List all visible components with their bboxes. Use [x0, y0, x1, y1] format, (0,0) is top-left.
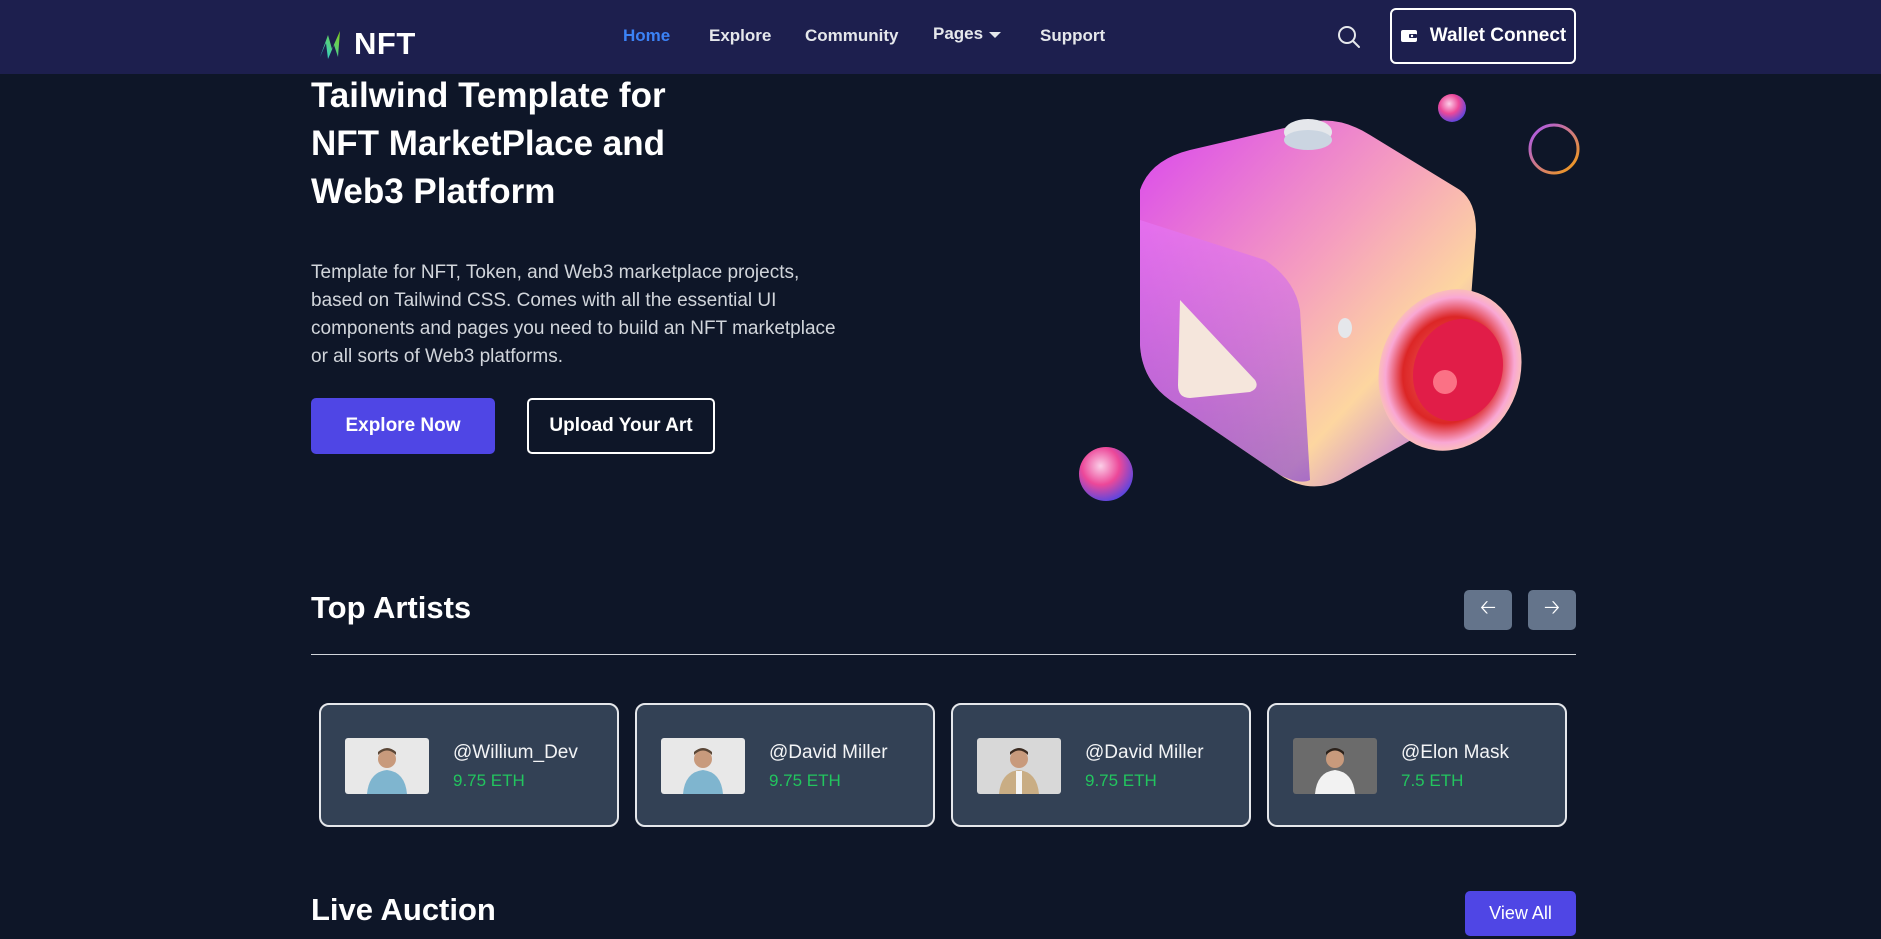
artist-avatar — [345, 738, 429, 794]
nav-pages-label: Pages — [933, 24, 984, 43]
artist-price: 9.75 ETH — [453, 771, 525, 790]
chevron-down-icon — [989, 31, 1002, 38]
hero-title-line-1: Tailwind Template for — [311, 76, 666, 115]
artist-price: 7.5 ETH — [1401, 771, 1464, 790]
explore-now-button[interactable]: Explore Now — [311, 398, 495, 454]
artist-card[interactable]: @Willium_Dev 9.75 ETH — [319, 703, 619, 827]
arrow-left-icon: 🡠 — [1479, 597, 1497, 619]
hero-description: Template for NFT, Token, and Web3 market… — [311, 262, 836, 367]
live-auction-title: Live Auction — [311, 892, 496, 927]
section-divider — [311, 654, 1576, 655]
artist-price: 9.75 ETH — [769, 771, 841, 790]
artist-avatar — [977, 738, 1061, 794]
view-all-button[interactable]: View All — [1465, 891, 1576, 936]
wallet-connect-label: Wallet Connect — [1429, 25, 1567, 46]
hero-title-line-2: NFT MarketPlace and — [311, 124, 665, 163]
artist-price: 9.75 ETH — [1085, 771, 1157, 790]
artist-name: @David Miller — [1085, 742, 1204, 763]
artist-card[interactable]: @David Miller 9.75 ETH — [635, 703, 935, 827]
artist-card[interactable]: @David Miller 9.75 ETH — [951, 703, 1251, 827]
artist-name: @Elon Mask — [1401, 742, 1509, 763]
next-artists-button[interactable]: 🡢 — [1528, 590, 1576, 630]
artist-name: @Willium_Dev — [453, 742, 578, 763]
artist-avatar — [661, 738, 745, 794]
upload-art-button[interactable]: Upload Your Art — [527, 398, 715, 454]
hero-title-line-3: Web3 Platform — [311, 172, 556, 211]
artist-card[interactable]: @Elon Mask 7.5 ETH — [1267, 703, 1567, 827]
top-artists-title: Top Artists — [311, 590, 472, 625]
artist-name: @David Miller — [769, 742, 888, 763]
logo-mark-icon — [320, 31, 340, 59]
nav-home[interactable]: Home — [623, 26, 670, 46]
arrow-right-icon: 🡢 — [1543, 597, 1561, 619]
artist-avatar — [1293, 738, 1377, 794]
wallet-connect-button[interactable]: Wallet Connect — [1390, 8, 1576, 64]
nav-explore[interactable]: Explore — [709, 26, 771, 46]
nav-community[interactable]: Community — [805, 26, 899, 46]
nav-support[interactable]: Support — [1040, 26, 1105, 46]
wallet-icon — [1400, 30, 1417, 42]
navbar: NFT Home Explore Community Pages Support… — [0, 0, 1881, 74]
nav-pages[interactable]: Pages — [933, 24, 1002, 44]
search-icon[interactable] — [1336, 24, 1362, 50]
logo-text: NFT — [354, 26, 416, 61]
prev-artists-button[interactable]: 🡠 — [1464, 590, 1512, 630]
hero-title: Tailwind Template for NFT MarketPlace an… — [311, 72, 731, 216]
hero-3d-cube-illustration — [1079, 94, 1580, 501]
logo[interactable]: NFT — [318, 26, 416, 62]
